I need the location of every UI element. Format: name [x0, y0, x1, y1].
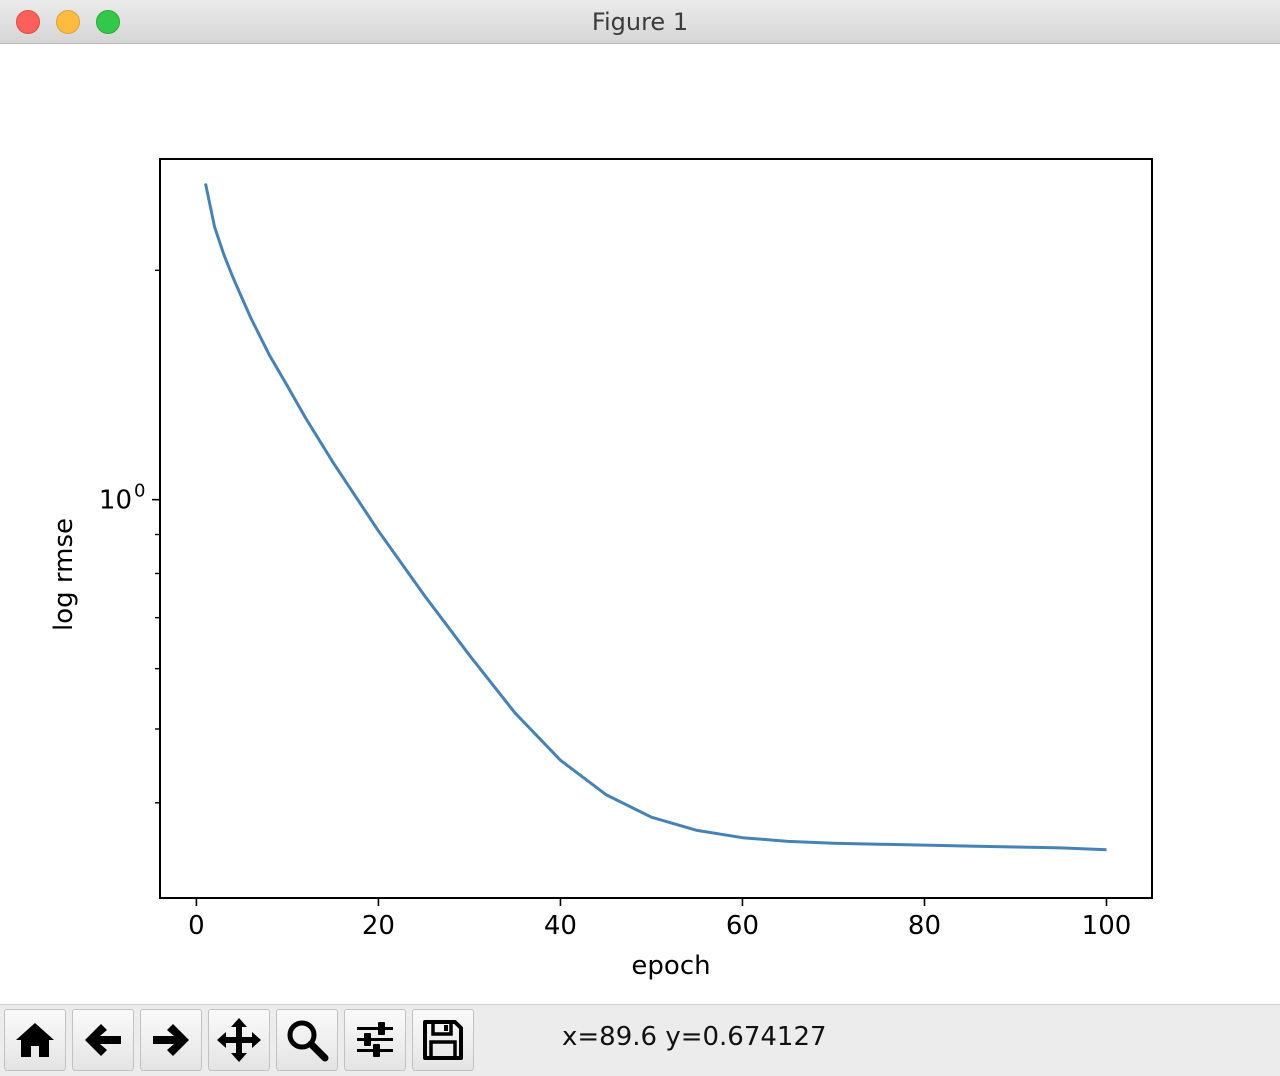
line-chart: 0 20 40 60 80 10010 0epochlog rmse — [49, 158, 1153, 981]
magnifier-icon — [287, 1020, 329, 1062]
pan-button[interactable] — [208, 1009, 270, 1071]
x-tick-label: 60 — [726, 911, 759, 941]
floppy-disk-icon — [423, 1020, 463, 1060]
save-button[interactable] — [412, 1009, 474, 1071]
cursor-coordinates: x=89.6 y=0.674127 — [562, 1022, 827, 1052]
x-tick-label: 0 — [188, 911, 205, 941]
configure-subplots-button[interactable] — [344, 1009, 406, 1071]
plot-frame — [159, 158, 1153, 899]
zoom-button[interactable] — [276, 1009, 338, 1071]
figure-canvas[interactable]: 0 20 40 60 80 100 10 0 epoch log rmse — [0, 44, 1280, 1004]
move-icon — [217, 1018, 261, 1062]
back-button[interactable] — [72, 1009, 134, 1071]
x-tick-label: 40 — [544, 911, 577, 941]
y-tick-label: 10 — [99, 486, 132, 516]
arrow-right-icon — [153, 1024, 189, 1056]
forward-button[interactable] — [140, 1009, 202, 1071]
x-tick-label: 100 — [1082, 911, 1132, 941]
sliders-icon — [357, 1022, 393, 1057]
window-titlebar: Figure 1 — [0, 0, 1280, 44]
home-button[interactable] — [4, 1009, 66, 1071]
arrow-left-icon — [85, 1024, 121, 1056]
home-icon — [16, 1023, 54, 1057]
window-title: Figure 1 — [591, 8, 689, 36]
y-tick-label-exponent: 0 — [134, 481, 145, 502]
x-tick-label: 80 — [908, 911, 941, 941]
y-axis-label: log rmse — [49, 518, 79, 631]
series-line-0 — [204, 183, 1107, 852]
x-axis-label: epoch — [631, 951, 710, 981]
x-tick-label: 20 — [362, 911, 395, 941]
